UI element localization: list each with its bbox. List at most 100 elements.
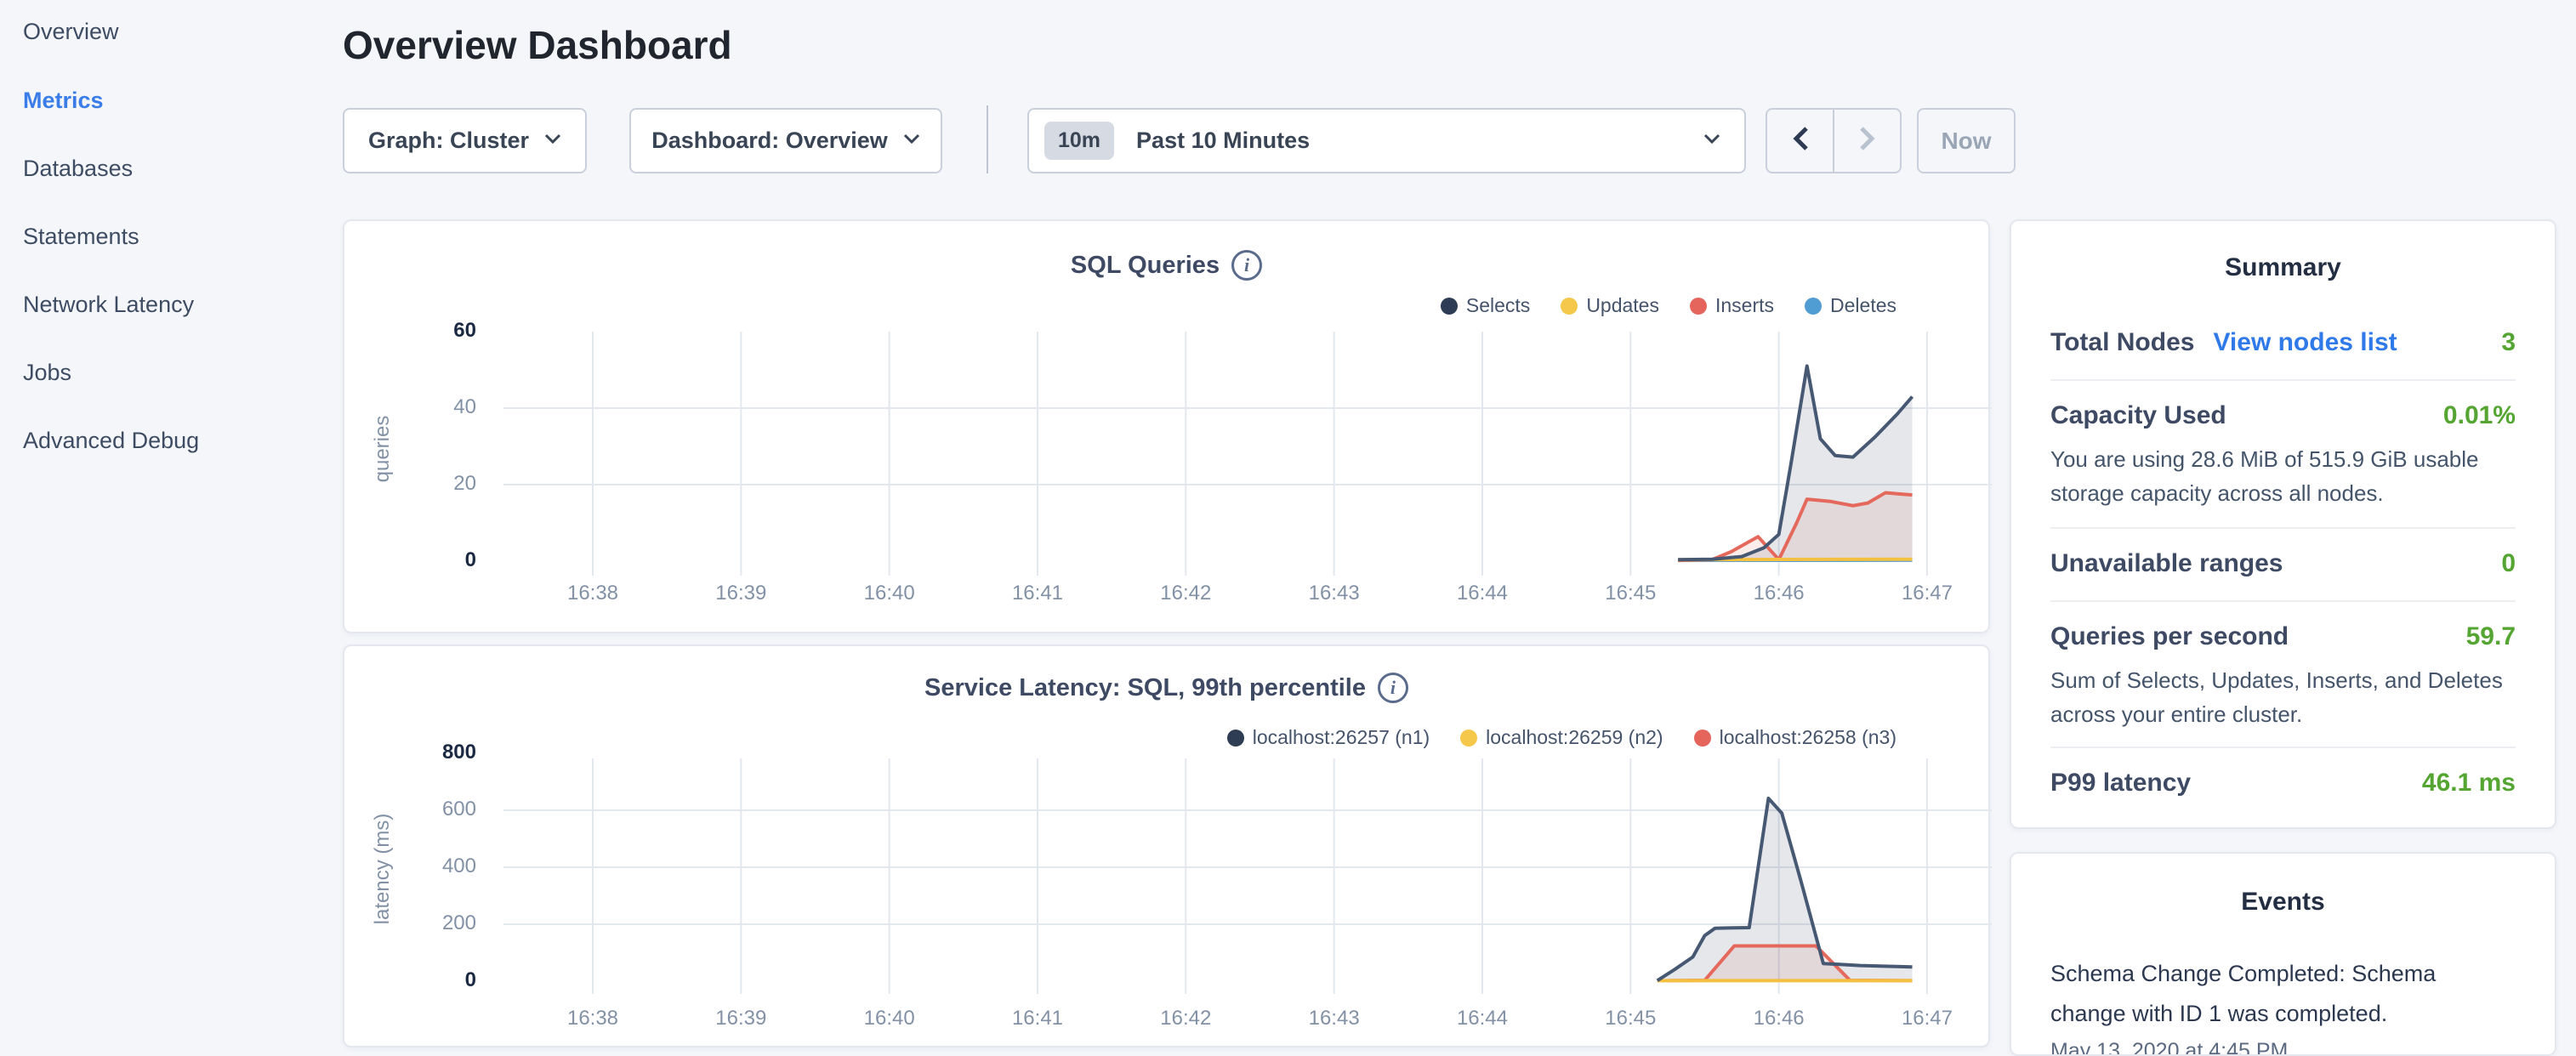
summary-divider (2050, 379, 2516, 381)
y-axis-unit-label: queries (371, 416, 395, 483)
summary-row-total-nodes: Total Nodes View nodes list 3 (2050, 328, 2516, 357)
y-axis-unit-label: latency (ms) (371, 814, 395, 925)
x-axis-tick-label: 16:38 (542, 582, 644, 605)
legend-dot-icon (1441, 298, 1458, 315)
y-axis-tick-label: 0 (368, 968, 476, 992)
x-axis-tick-label: 16:47 (1876, 582, 1978, 605)
now-button[interactable]: Now (1917, 108, 2016, 173)
total-nodes-label: Total Nodes (2050, 328, 2194, 357)
sidebar-item-databases[interactable]: Databases (23, 156, 133, 182)
legend-item[interactable]: localhost:26259 (n2) (1460, 726, 1663, 749)
capacity-used-value: 0.01% (2443, 401, 2516, 430)
graph-dropdown[interactable]: Graph: Cluster (343, 108, 587, 173)
info-icon[interactable]: i (1378, 673, 1408, 703)
events-title: Events (2050, 888, 2516, 917)
event-item-text[interactable]: Schema Change Completed: Schema change w… (2050, 954, 2516, 1034)
sidebar-item-jobs[interactable]: Jobs (23, 360, 71, 386)
sidebar-item-overview[interactable]: Overview (23, 19, 119, 45)
p99-latency-label: P99 latency (2050, 769, 2191, 798)
summary-row-unavailable-ranges: Unavailable ranges 0 (2050, 549, 2516, 578)
summary-panel: Summary Total Nodes View nodes list 3 Ca… (2010, 219, 2556, 829)
legend-dot-icon (1561, 298, 1578, 315)
capacity-used-label: Capacity Used (2050, 401, 2226, 430)
time-range-selector[interactable]: 10m Past 10 Minutes (1027, 108, 1746, 173)
sql-queries-chart-card: SQL Queries i SelectsUpdatesInsertsDelet… (343, 219, 1990, 633)
legend-dot-icon (1805, 298, 1822, 315)
x-axis-tick-label: 16:42 (1134, 1007, 1237, 1030)
legend-item[interactable]: Deletes (1805, 294, 1896, 317)
legend-item[interactable]: Updates (1561, 294, 1659, 317)
legend-item[interactable]: localhost:26258 (n3) (1694, 726, 1896, 749)
chart-plot-area (503, 753, 1992, 1000)
sidebar-item-network-latency[interactable]: Network Latency (23, 292, 194, 318)
legend-label: localhost:26259 (n2) (1486, 726, 1663, 749)
legend-label: Inserts (1715, 294, 1774, 317)
unavailable-ranges-label: Unavailable ranges (2050, 549, 2283, 578)
legend-label: localhost:26257 (n1) (1253, 726, 1430, 749)
summary-row-capacity: Capacity Used 0.01% (2050, 401, 2516, 430)
queries-per-second-label: Queries per second (2050, 622, 2289, 651)
x-axis-tick-label: 16:40 (839, 1007, 941, 1030)
time-step-buttons (1766, 108, 1902, 173)
total-nodes-value: 3 (2501, 328, 2516, 357)
sql-queries-legend: Selects Updates Inserts Deletes (1441, 294, 1896, 317)
legend-label: Deletes (1830, 294, 1896, 317)
x-axis-tick-label: 16:47 (1876, 1007, 1978, 1030)
legend-item[interactable]: localhost:26257 (n1) (1227, 726, 1430, 749)
next-interval-button[interactable] (1833, 110, 1900, 172)
x-axis-tick-label: 16:42 (1134, 582, 1237, 605)
view-nodes-list-link[interactable]: View nodes list (2213, 328, 2397, 357)
p99-latency-value: 46.1 ms (2422, 769, 2516, 798)
sidebar-item-metrics[interactable]: Metrics (23, 88, 104, 114)
summary-divider (2050, 527, 2516, 529)
sidebar-item-statements[interactable]: Statements (23, 224, 139, 250)
chevron-left-icon (1791, 125, 1810, 156)
legend-dot-icon (1460, 730, 1477, 747)
legend-label: Selects (1466, 294, 1530, 317)
time-range-badge: 10m (1044, 122, 1114, 160)
summary-row-qps: Queries per second 59.7 (2050, 622, 2516, 651)
page-title: Overview Dashboard (343, 22, 732, 68)
legend-dot-icon (1690, 298, 1707, 315)
summary-divider (2050, 600, 2516, 602)
sidebar: Overview Metrics Databases Statements Ne… (0, 0, 340, 1051)
chevron-down-icon (1703, 133, 1720, 149)
controls-divider (987, 105, 988, 173)
summary-row-p99: P99 latency 46.1 ms (2050, 769, 2516, 798)
x-axis-tick-label: 16:39 (690, 1007, 792, 1030)
events-panel: Events Schema Change Completed: Schema c… (2010, 852, 2556, 1056)
chevron-right-icon (1858, 125, 1877, 156)
x-axis-tick-label: 16:45 (1579, 1007, 1681, 1030)
dashboard-dropdown[interactable]: Dashboard: Overview (629, 108, 942, 173)
service-latency-chart-title: Service Latency: SQL, 99th percentile (924, 674, 1366, 702)
info-icon[interactable]: i (1231, 250, 1262, 281)
queries-per-second-value: 59.7 (2466, 622, 2516, 651)
legend-item[interactable]: Selects (1441, 294, 1530, 317)
graph-dropdown-label: Graph: Cluster (368, 128, 529, 154)
summary-title: Summary (2050, 253, 2516, 282)
legend-item[interactable]: Inserts (1690, 294, 1774, 317)
x-axis-tick-label: 16:41 (987, 582, 1089, 605)
y-axis-tick-label: 60 (378, 319, 476, 343)
queries-per-second-description: Sum of Selects, Updates, Inserts, and De… (2050, 663, 2516, 731)
unavailable-ranges-value: 0 (2501, 549, 2516, 578)
dashboard-dropdown-label: Dashboard: Overview (651, 128, 888, 154)
x-axis-tick-label: 16:38 (542, 1007, 644, 1030)
x-axis-tick-label: 16:39 (690, 582, 792, 605)
time-range-label: Past 10 Minutes (1136, 128, 1310, 154)
sidebar-item-advanced-debug[interactable]: Advanced Debug (23, 428, 199, 454)
chart-plot-area (503, 325, 1992, 580)
chevron-down-icon (903, 133, 920, 149)
x-axis-tick-label: 16:44 (1431, 1007, 1533, 1030)
legend-label: Updates (1586, 294, 1659, 317)
y-axis-tick-label: 800 (368, 741, 476, 764)
x-axis-tick-label: 16:41 (987, 1007, 1089, 1030)
x-axis-tick-label: 16:46 (1728, 582, 1830, 605)
legend-dot-icon (1694, 730, 1711, 747)
prev-interval-button[interactable] (1767, 110, 1833, 172)
x-axis-tick-label: 16:44 (1431, 582, 1533, 605)
x-axis-tick-label: 16:45 (1579, 582, 1681, 605)
service-latency-chart-card: Service Latency: SQL, 99th percentile i … (343, 644, 1990, 1047)
x-axis-tick-label: 16:40 (839, 582, 941, 605)
capacity-used-description: You are using 28.6 MiB of 515.9 GiB usab… (2050, 442, 2516, 510)
